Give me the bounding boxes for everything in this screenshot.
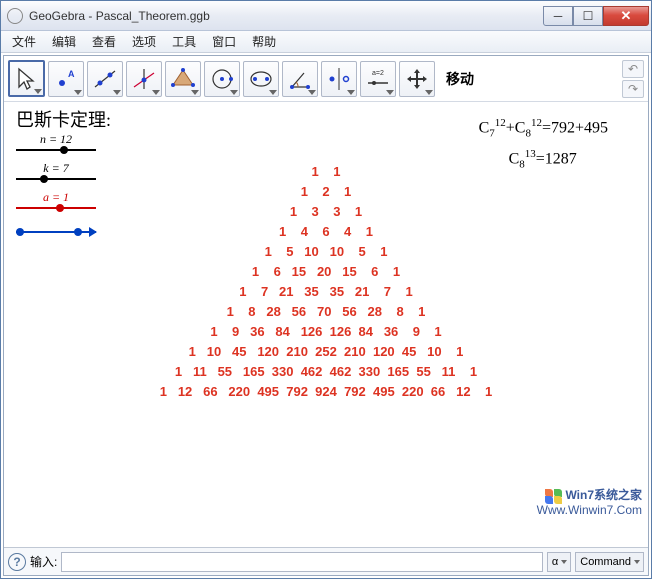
pascal-row: 1 9 36 84 126 126 84 36 9 1 [4, 322, 648, 342]
toolbar-mode-label: 移动 [446, 69, 474, 89]
statusbar: ? 输入: α Command [4, 547, 648, 575]
redo-button[interactable]: ↷ [622, 80, 644, 98]
tool-move-view[interactable] [399, 61, 435, 97]
watermark-logo-icon [545, 489, 563, 503]
pascal-row: 1 6 15 20 15 6 1 [4, 262, 648, 282]
canvas-title: 巴斯卡定理: [16, 106, 111, 132]
tool-circle[interactable] [204, 61, 240, 97]
svg-text:a=2: a=2 [372, 70, 384, 77]
pascal-row: 1 2 1 [4, 182, 648, 202]
pascal-row: 1 3 3 1 [4, 202, 648, 222]
menu-edit[interactable]: 编辑 [45, 31, 83, 52]
toolbar-right-controls: ↶ ↷ [622, 60, 644, 98]
tool-reflect[interactable] [321, 61, 357, 97]
command-select[interactable]: Command [575, 552, 644, 572]
command-input[interactable] [61, 552, 543, 572]
pascal-row: 1 7 21 35 35 21 7 1 [4, 282, 648, 302]
svg-text:A: A [68, 69, 75, 79]
tool-line[interactable] [87, 61, 123, 97]
slider-n[interactable]: n = 12 [16, 132, 96, 151]
watermark-line1: Win7系统之家 [565, 488, 642, 502]
tool-polygon[interactable] [165, 61, 201, 97]
titlebar[interactable]: GeoGebra - Pascal_Theorem.ggb ─ ☐ ✕ [1, 1, 651, 31]
menu-file[interactable]: 文件 [5, 31, 43, 52]
input-label: 输入: [30, 553, 57, 570]
tool-slider[interactable]: a=2 [360, 61, 396, 97]
minimize-button[interactable]: ─ [543, 6, 573, 26]
content-area: A a=2 移动 ↶ ↷ 巴斯卡定理: n = 12 [3, 55, 649, 576]
tool-perpendicular[interactable] [126, 61, 162, 97]
watermark: Win7系统之家 Www.Winwin7.Com [537, 488, 642, 517]
undo-button[interactable]: ↶ [622, 60, 644, 78]
pascal-row: 1 5 10 10 5 1 [4, 242, 648, 262]
app-window: GeoGebra - Pascal_Theorem.ggb ─ ☐ ✕ 文件 编… [0, 0, 652, 579]
slider-n-label: n = 12 [16, 132, 96, 147]
pascal-row: 1 1 [4, 162, 648, 182]
menu-window[interactable]: 窗口 [205, 31, 243, 52]
menu-options[interactable]: 选项 [125, 31, 163, 52]
pascal-triangle: 1 1 1 2 1 1 3 3 1 1 4 6 4 1 1 5 10 10 5 … [4, 162, 648, 402]
close-button[interactable]: ✕ [603, 6, 649, 26]
help-icon[interactable]: ? [8, 553, 26, 571]
maximize-button[interactable]: ☐ [573, 6, 603, 26]
window-controls: ─ ☐ ✕ [543, 6, 649, 26]
pascal-row: 1 12 66 220 495 792 924 792 495 220 66 1… [4, 382, 648, 402]
tool-point[interactable]: A [48, 61, 84, 97]
menu-help[interactable]: 帮助 [245, 31, 283, 52]
pascal-row: 1 8 28 56 70 56 28 8 1 [4, 302, 648, 322]
toolbar: A a=2 移动 ↶ ↷ [4, 56, 648, 102]
app-icon [7, 8, 23, 24]
tool-ellipse[interactable] [243, 61, 279, 97]
tool-angle[interactable] [282, 61, 318, 97]
formula-1: C712+C812=792+495 [479, 117, 608, 140]
menu-view[interactable]: 查看 [85, 31, 123, 52]
menu-tools[interactable]: 工具 [165, 31, 203, 52]
window-title: GeoGebra - Pascal_Theorem.ggb [29, 9, 543, 23]
symbol-select[interactable]: α [547, 552, 571, 572]
menubar: 文件 编辑 查看 选项 工具 窗口 帮助 [1, 31, 651, 53]
pascal-row: 1 10 45 120 210 252 210 120 45 10 1 [4, 342, 648, 362]
pascal-row: 1 4 6 4 1 [4, 222, 648, 242]
watermark-line2: Www.Winwin7.Com [537, 503, 642, 517]
graphics-view[interactable]: 巴斯卡定理: n = 12 k = 7 a = 1 [4, 102, 648, 547]
tool-move[interactable] [8, 60, 45, 97]
pascal-row: 1 11 55 165 330 462 462 330 165 55 11 1 [4, 362, 648, 382]
